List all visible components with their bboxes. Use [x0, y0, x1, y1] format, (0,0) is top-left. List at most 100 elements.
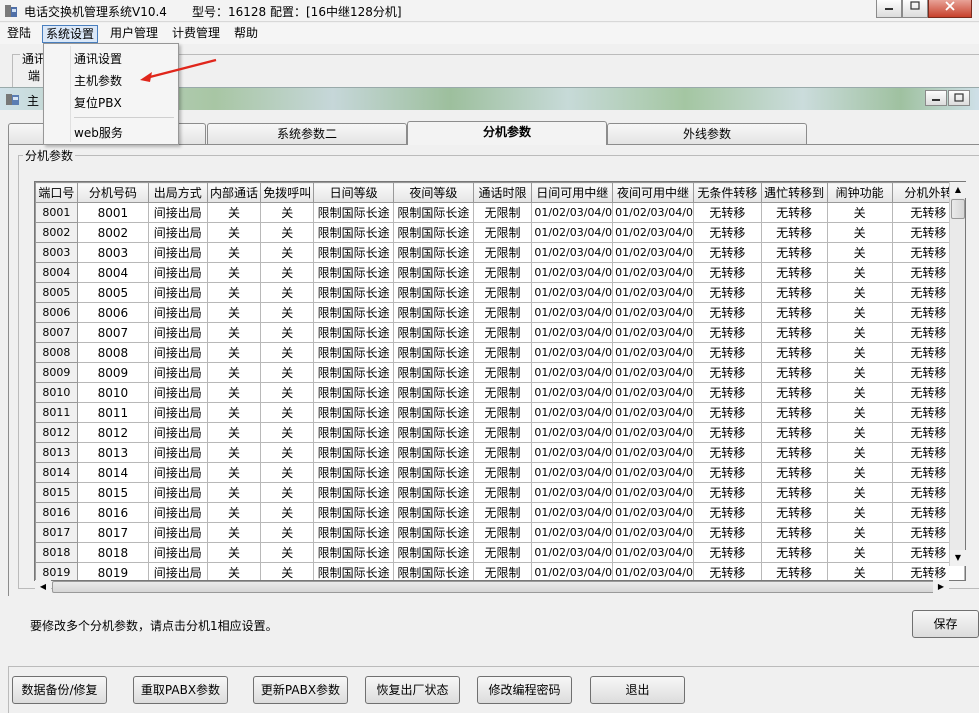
table-cell[interactable]: 间接出局 [147, 482, 208, 503]
table-cell[interactable]: 间接出局 [147, 302, 208, 323]
table-cell[interactable]: 8005 [76, 282, 149, 303]
menu-item-comm-settings[interactable]: 通讯设置 [74, 50, 122, 68]
table-cell[interactable]: 关 [826, 302, 893, 323]
table-cell[interactable]: 无转移 [692, 262, 762, 283]
table-cell[interactable]: 01/02/03/04/0 [531, 462, 614, 483]
close-button[interactable] [928, 0, 972, 18]
table-cell[interactable]: 01/02/03/04/0 [531, 322, 614, 343]
backup-restore-button[interactable]: 数据备份/修复 [12, 676, 107, 704]
table-cell[interactable]: 无转移 [692, 342, 762, 363]
menu-system-settings[interactable]: 系统设置 [42, 25, 99, 43]
tab-extension-params[interactable]: 分机参数 [407, 121, 607, 145]
table-cell[interactable]: 关 [826, 562, 893, 580]
table-cell[interactable]: 限制国际长途 [313, 422, 394, 443]
table-cell[interactable]: 01/02/03/04/0 [612, 382, 694, 403]
table-cell[interactable]: 8008 [76, 342, 149, 363]
table-cell[interactable]: 关 [826, 442, 893, 463]
table-cell[interactable]: 01/02/03/04/0 [612, 542, 694, 563]
table-cell[interactable]: 间接出局 [147, 322, 208, 343]
table-cell[interactable]: 限制国际长途 [313, 342, 394, 363]
table-cell[interactable]: 01/02/03/04/0 [531, 282, 614, 303]
menu-item-reset-pbx[interactable]: 复位PBX [74, 94, 122, 112]
table-cell[interactable]: 关 [826, 402, 893, 423]
port-cell[interactable]: 8014 [35, 462, 78, 483]
port-cell[interactable]: 8019 [35, 562, 78, 580]
table-cell[interactable]: 关 [260, 482, 315, 503]
port-cell[interactable]: 8012 [35, 422, 78, 443]
table-cell[interactable]: 限制国际长途 [392, 442, 474, 463]
table-cell[interactable]: 关 [206, 322, 262, 343]
table-cell[interactable]: 01/02/03/04/0 [531, 202, 614, 223]
port-cell[interactable]: 8008 [35, 342, 78, 363]
factory-reset-button[interactable]: 恢复出厂状态 [365, 676, 460, 704]
table-cell[interactable]: 无转移 [760, 322, 828, 343]
table-cell[interactable]: 限制国际长途 [392, 562, 474, 580]
port-cell[interactable]: 8009 [35, 362, 78, 383]
table-cell[interactable]: 限制国际长途 [392, 382, 474, 403]
table-cell[interactable]: 关 [206, 222, 262, 243]
table-row[interactable]: 8014 8014 间接出局关关限制国际长途 限制国际长途 无限制 01/02/03/04… [35, 462, 965, 483]
table-cell[interactable]: 关 [260, 262, 315, 283]
table-cell[interactable]: 无限制 [472, 322, 533, 343]
table-cell[interactable]: 间接出局 [147, 202, 208, 223]
table-cell[interactable]: 关 [206, 482, 262, 503]
table-cell[interactable]: 01/02/03/04/0 [531, 562, 614, 580]
table-cell[interactable]: 限制国际长途 [392, 322, 474, 343]
table-cell[interactable]: 8001 [76, 202, 149, 223]
table-cell[interactable]: 无限制 [472, 402, 533, 423]
table-cell[interactable]: 间接出局 [147, 522, 208, 543]
table-cell[interactable]: 关 [260, 522, 315, 543]
vertical-scrollbar[interactable]: ▲ ▼ [949, 182, 966, 566]
table-cell[interactable]: 无限制 [472, 302, 533, 323]
table-cell[interactable]: 关 [206, 382, 262, 403]
table-cell[interactable]: 无转移 [692, 282, 762, 303]
table-cell[interactable]: 关 [826, 202, 893, 223]
table-cell[interactable]: 无转移 [692, 402, 762, 423]
table-cell[interactable]: 8010 [76, 382, 149, 403]
port-cell[interactable]: 8015 [35, 482, 78, 503]
table-cell[interactable]: 无限制 [472, 542, 533, 563]
table-cell[interactable]: 01/02/03/04/0 [531, 402, 614, 423]
table-cell[interactable]: 关 [260, 442, 315, 463]
table-cell[interactable]: 关 [260, 422, 315, 443]
table-cell[interactable]: 关 [826, 322, 893, 343]
table-cell[interactable]: 无限制 [472, 482, 533, 503]
table-row[interactable]: 8011 8011 间接出局关关限制国际长途 限制国际长途 无限制 01/02/03/04… [35, 402, 965, 423]
table-cell[interactable]: 关 [826, 462, 893, 483]
table-cell[interactable]: 无转移 [760, 422, 828, 443]
table-cell[interactable]: 限制国际长途 [313, 522, 394, 543]
table-cell[interactable]: 01/02/03/04/0 [612, 422, 694, 443]
tab-system-params-2[interactable]: 系统参数二 [207, 123, 407, 144]
table-cell[interactable]: 关 [206, 542, 262, 563]
table-cell[interactable]: 01/02/03/04/0 [612, 202, 694, 223]
table-row[interactable]: 8007 8007 间接出局关关限制国际长途 限制国际长途 无限制 01/02/03/04… [35, 322, 965, 343]
table-cell[interactable]: 无转移 [760, 522, 828, 543]
table-cell[interactable]: 无限制 [472, 462, 533, 483]
table-row[interactable]: 8015 8015 间接出局关关限制国际长途 限制国际长途 无限制 01/02/03/04… [35, 482, 965, 503]
table-cell[interactable]: 关 [206, 282, 262, 303]
table-cell[interactable]: 限制国际长途 [392, 462, 474, 483]
scroll-up-arrow-icon[interactable]: ▲ [950, 182, 966, 198]
minimize-button[interactable] [876, 0, 902, 18]
table-cell[interactable]: 无限制 [472, 242, 533, 263]
table-cell[interactable]: 无转移 [760, 382, 828, 403]
table-cell[interactable]: 关 [206, 242, 262, 263]
table-row[interactable]: 8018 8018 间接出局关关限制国际长途 限制国际长途 无限制 01/02/03/04… [35, 542, 965, 563]
table-cell[interactable]: 限制国际长途 [313, 242, 394, 263]
table-cell[interactable]: 01/02/03/04/0 [612, 262, 694, 283]
column-header[interactable]: 日间可用中继 [531, 182, 614, 203]
table-row[interactable]: 8002 8002 间接出局关关限制国际长途 限制国际长途 无限制 01/02/03/04… [35, 222, 965, 243]
table-cell[interactable]: 01/02/03/04/0 [531, 542, 614, 563]
table-cell[interactable]: 限制国际长途 [392, 202, 474, 223]
table-cell[interactable]: 限制国际长途 [313, 262, 394, 283]
table-cell[interactable]: 间接出局 [147, 442, 208, 463]
column-header[interactable]: 夜间可用中继 [612, 182, 694, 203]
table-cell[interactable]: 无限制 [472, 382, 533, 403]
table-cell[interactable]: 关 [260, 362, 315, 383]
table-cell[interactable]: 关 [206, 562, 262, 580]
table-cell[interactable]: 01/02/03/04/0 [531, 522, 614, 543]
table-cell[interactable]: 01/02/03/04/0 [612, 362, 694, 383]
table-cell[interactable]: 01/02/03/04/0 [612, 242, 694, 263]
column-header[interactable]: 端口号 [35, 182, 78, 203]
table-cell[interactable]: 01/02/03/04/0 [531, 422, 614, 443]
